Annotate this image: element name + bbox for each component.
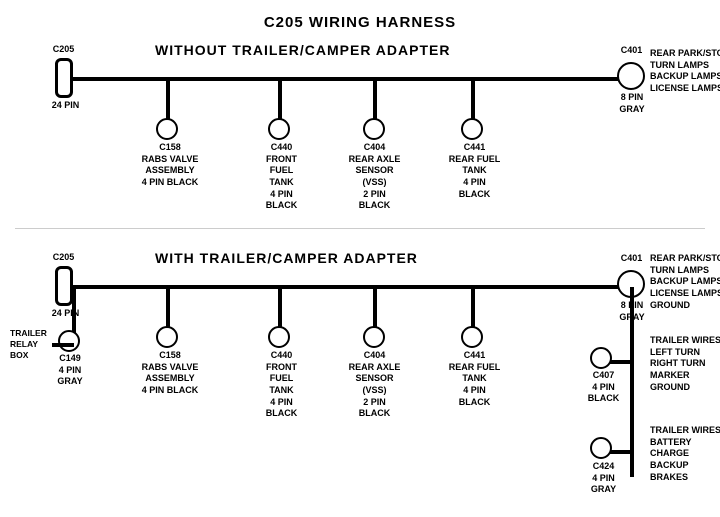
c158-label-2: C158RABS VALVEASSEMBLY4 PIN BLACK (140, 350, 200, 397)
c205-sublabel-2: 24 PIN (43, 308, 88, 320)
c424-label: C4244 PINGRAY (581, 461, 626, 496)
c404-wire-2 (373, 287, 377, 327)
c205-connector-1 (55, 58, 73, 98)
c149-label: C1494 PIN GRAY (45, 353, 95, 388)
section2-label: WITH TRAILER/CAMPER ADAPTER (155, 250, 418, 266)
c440-wire-2 (278, 287, 282, 327)
c440-label-2: C440FRONT FUELTANK4 PIN BLACK (254, 350, 309, 420)
page-title: C205 WIRING HARNESS (0, 6, 720, 31)
c440-connector-2 (268, 326, 290, 348)
c401-right-label-2: REAR PARK/STOPTURN LAMPSBACKUP LAMPSLICE… (650, 253, 720, 311)
c407-right-label: TRAILER WIRESLEFT TURNRIGHT TURNMARKERGR… (650, 335, 720, 393)
c205-sublabel-1: 24 PIN (43, 100, 88, 112)
c158-connector-1 (156, 118, 178, 140)
c158-connector-2 (156, 326, 178, 348)
c441-wire-2 (471, 287, 475, 327)
c404-connector-1 (363, 118, 385, 140)
c401-label-1: C401 (614, 45, 649, 57)
c401-connector-1 (617, 62, 645, 90)
c441-label-1: C441REAR FUELTANK4 PIN BLACK (447, 142, 502, 200)
c404-connector-2 (363, 326, 385, 348)
c404-label-2: C404REAR AXLESENSOR(VSS)2 PIN BLACK (347, 350, 402, 420)
c205-label-2: C205 (46, 252, 81, 264)
c158-label-1: C158RABS VALVEASSEMBLY4 PIN BLACK (140, 142, 200, 189)
section1-label: WITHOUT TRAILER/CAMPER ADAPTER (155, 42, 450, 58)
c441-label-2: C441REAR FUELTANK4 PIN BLACK (447, 350, 502, 408)
c205-connector-2 (55, 266, 73, 306)
c424-right-label: TRAILER WIRESBATTERY CHARGEBACKUPBRAKES (650, 425, 720, 483)
section-divider (15, 228, 705, 229)
c158-wire-1 (166, 79, 170, 119)
c441-wire-1 (471, 79, 475, 119)
c404-wire-1 (373, 79, 377, 119)
c158-wire-2 (166, 287, 170, 327)
c424-connector (590, 437, 612, 459)
relay-wire-h (52, 343, 74, 347)
c441-connector-1 (461, 118, 483, 140)
right-branch-v (630, 287, 634, 477)
c401-right-label-1: REAR PARK/STOPTURN LAMPSBACKUP LAMPSLICE… (650, 48, 720, 95)
c149-connector (58, 330, 80, 352)
c404-label-1: C404REAR AXLESENSOR(VSS)2 PIN BLACK (347, 142, 402, 212)
c407-label: C4074 PINBLACK (581, 370, 626, 405)
main-wire-2 (68, 285, 633, 289)
c440-wire-1 (278, 79, 282, 119)
c440-label-1: C440FRONT FUELTANK4 PIN BLACK (254, 142, 309, 212)
c401-label-2: C401 (614, 253, 649, 265)
c205-label-1: C205 (46, 44, 81, 56)
main-wire-1 (68, 77, 633, 81)
c401-sublabel-1: 8 PINGRAY (612, 92, 652, 115)
c407-connector (590, 347, 612, 369)
c441-connector-2 (461, 326, 483, 348)
c440-connector-1 (268, 118, 290, 140)
